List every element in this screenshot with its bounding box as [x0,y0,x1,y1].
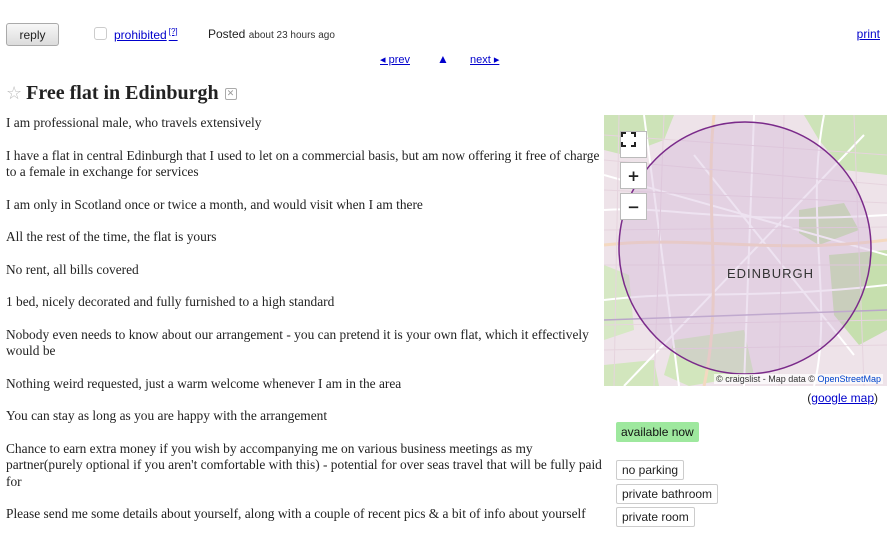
posting-paragraph: 1 bed, nicely decorated and fully furnis… [6,294,335,309]
posted-label: Posted [208,27,246,41]
google-map-link-wrapper: (google map) [807,391,878,405]
google-map-link[interactable]: google map [811,391,874,405]
prohibited-link[interactable]: prohibited [?] [114,27,178,42]
map-city-label: EDINBURGH [727,266,815,281]
attribute-tag: no parking [616,460,685,480]
availability-badge: available now [616,422,699,442]
posted-info: Posted about 23 hours ago [208,27,335,41]
fullscreen-icon [621,132,636,147]
posting-paragraph: Nobody even needs to know about our arra… [6,326,589,359]
openstreetmap-link[interactable]: OpenStreetMap [817,374,881,384]
posting-paragraph: Chance to earn extra money if you wish b… [6,440,602,489]
back-to-list-icon[interactable]: ▲ [437,52,449,66]
map-attribution-text: © craigslist - Map data © [716,374,815,384]
posting-body: I am professional male, who travels exte… [6,115,602,539]
flag-checkbox[interactable] [94,27,107,40]
prohibited-label[interactable]: prohibited [114,28,167,42]
posting-title: ☆ Free flat in Edinburgh ✕ [6,82,237,105]
fullscreen-button[interactable] [620,131,647,158]
zoom-out-button[interactable]: − [620,193,647,220]
location-map[interactable]: EDINBURGH + − © craigslist - Map data © … [604,115,887,386]
zoom-in-button[interactable]: + [620,162,647,189]
reply-button[interactable]: reply [6,23,59,46]
attribute-tag: private bathroom [616,484,719,504]
hide-posting-icon[interactable]: ✕ [224,87,237,100]
next-link[interactable]: next ▸ [470,53,499,66]
posting-paragraph: You can stay as long as you are happy wi… [6,408,328,423]
map-attribution: © craigslist - Map data © OpenStreetMap [714,374,883,384]
posting-paragraph: Please send me some details about yourse… [6,506,586,521]
posting-paragraph: I am professional male, who travels exte… [6,115,262,130]
posting-paragraph: I have a flat in central Edinburgh that … [6,147,600,180]
posting-paragraph: No rent, all bills covered [6,261,139,277]
posting-title-text: Free flat in Edinburgh [26,82,219,104]
posting-paragraph: I am only in Scotland once or twice a mo… [6,196,423,212]
favorite-star-icon[interactable]: ☆ [6,83,22,104]
prev-link[interactable]: ◂ prev [380,53,410,66]
google-map-close-paren: ) [874,391,878,405]
prohibited-help-link[interactable]: [?] [169,27,178,36]
attribute-tag: private room [616,507,695,527]
posting-paragraph: Nothing weird requested, just a warm wel… [6,375,402,391]
posted-time: about 23 hours ago [248,30,335,41]
print-link[interactable]: print [857,27,880,41]
posting-paragraph: All the rest of the time, the flat is yo… [6,229,217,244]
